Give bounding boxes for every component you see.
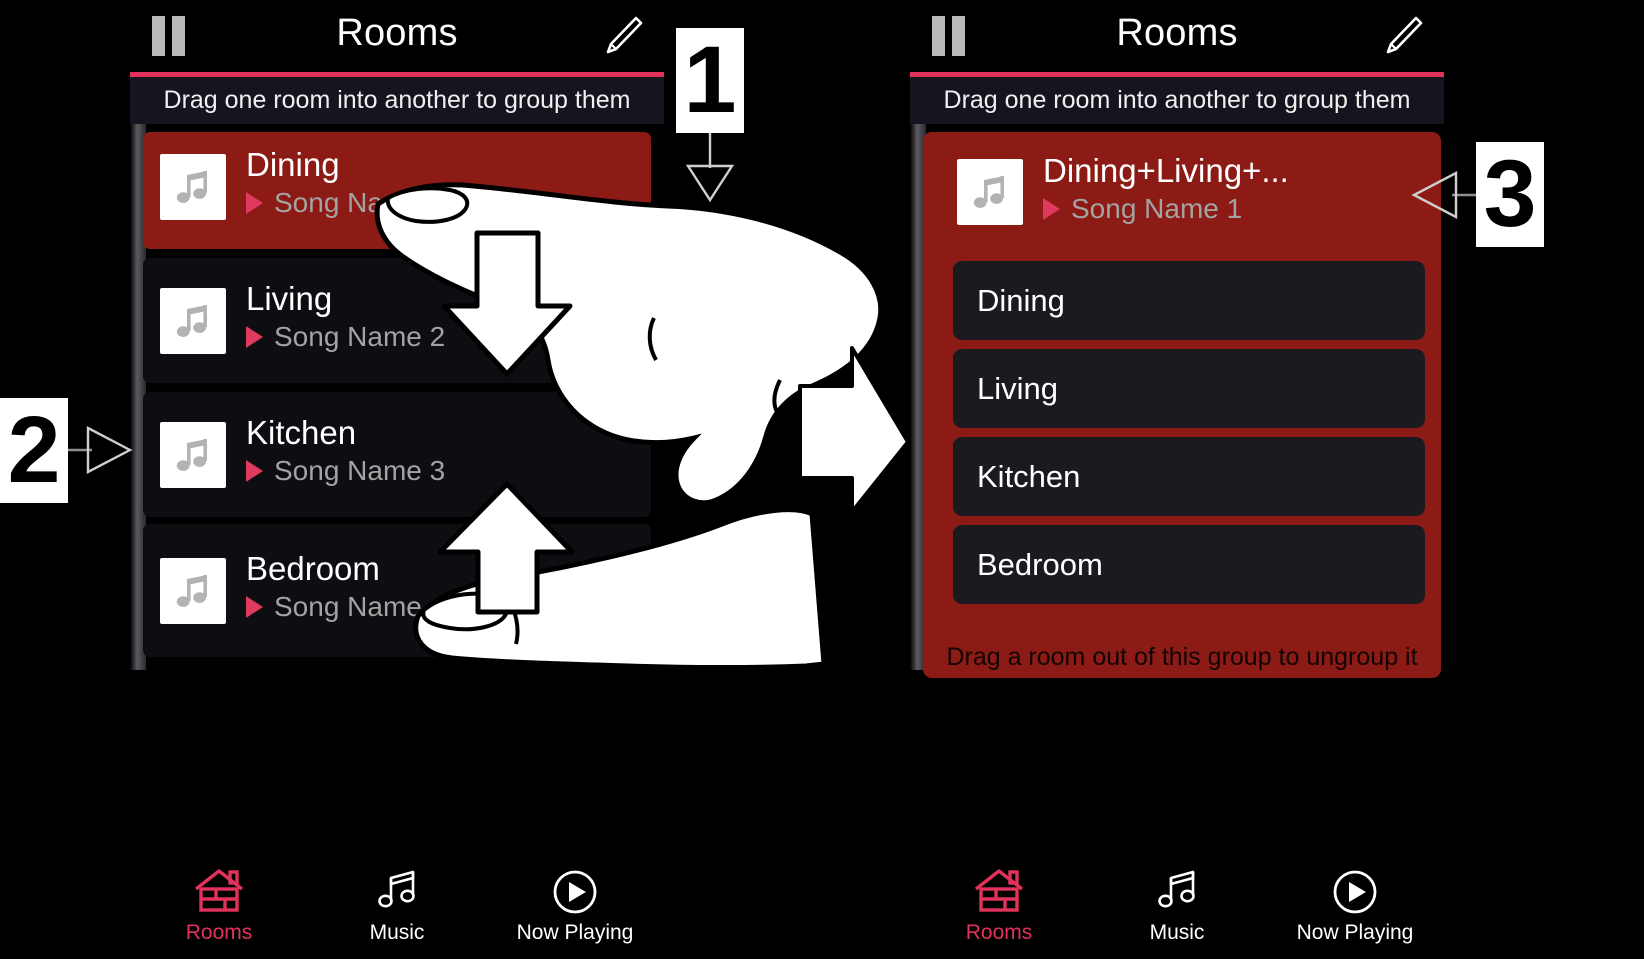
tab-now-playing[interactable]: Now Playing — [486, 849, 664, 959]
tab-label: Rooms — [185, 921, 253, 944]
callout-1-arrow-down-icon — [685, 133, 735, 203]
hint-banner-before: Drag one room into another to group them — [130, 77, 664, 124]
tab-label: Now Playing — [516, 921, 634, 944]
play-circle-icon — [1330, 863, 1380, 915]
tab-music[interactable]: Music — [1088, 849, 1266, 959]
play-triangle-icon — [246, 596, 263, 618]
tab-label: Rooms — [965, 921, 1033, 944]
album-art — [160, 422, 226, 488]
page-title: Rooms — [336, 12, 458, 54]
album-art — [160, 558, 226, 624]
play-triangle-icon — [1043, 198, 1060, 220]
group-member-kitchen[interactable]: Kitchen — [953, 437, 1425, 516]
song-name: Song Name 1 — [1071, 193, 1243, 224]
room-row-dining[interactable]: Dining Song Name 1 — [143, 132, 651, 249]
group-member-dining[interactable]: Dining — [953, 261, 1425, 340]
screen-before: Rooms Drag one room into another to grou… — [130, 0, 664, 959]
tab-rooms[interactable]: Rooms — [910, 849, 1088, 959]
screen-after: Rooms Drag one room into another to grou… — [910, 0, 1444, 959]
pencil-icon[interactable] — [600, 12, 646, 58]
album-art — [160, 288, 226, 354]
room-row-text: Living Song Name 2 — [246, 280, 445, 353]
play-triangle-icon — [246, 192, 263, 214]
song-name: Song Name 2 — [274, 321, 446, 352]
nav-header-before: Rooms — [130, 0, 664, 72]
album-art — [957, 159, 1023, 225]
pencil-icon[interactable] — [1380, 12, 1426, 58]
music-note-icon — [176, 171, 207, 203]
room-name: Bedroom — [246, 550, 380, 587]
tab-bar-before: Rooms Music Now Playing — [130, 849, 664, 959]
rooms-list: Dining Song Name 1 Living Song Name 2 Ki… — [130, 124, 664, 737]
rooms-list-grouped: Dining+Living+... Song Name 1 Dining Liv… — [910, 124, 1444, 737]
music-note-icon — [176, 575, 207, 607]
callout-1: 1 — [676, 27, 744, 133]
tab-music[interactable]: Music — [308, 849, 486, 959]
house-icon — [192, 863, 246, 915]
tab-now-playing[interactable]: Now Playing — [1266, 849, 1444, 959]
hint-banner-after: Drag one room into another to group them — [910, 77, 1444, 124]
room-row-living[interactable]: Living Song Name 2 — [143, 258, 651, 383]
music-note-icon — [372, 863, 422, 915]
tab-bar-after: Rooms Music Now Playing — [910, 849, 1444, 959]
song-name: Song Name 4 — [274, 591, 446, 622]
music-note-icon — [1152, 863, 1202, 915]
room-row-bedroom[interactable]: Bedroom Song Name 4 — [143, 524, 651, 657]
callout-2-arrow-right-icon — [68, 426, 133, 474]
room-row-text: Dining Song Name 1 — [246, 146, 445, 219]
hint-text: Drag one room into another to group them — [943, 86, 1411, 114]
tab-rooms[interactable]: Rooms — [130, 849, 308, 959]
music-note-icon — [973, 176, 1004, 208]
callout-3: 3 — [1476, 141, 1544, 247]
music-note-icon — [176, 439, 207, 471]
music-note-icon — [176, 305, 207, 337]
callout-2: 2 — [0, 397, 68, 503]
room-name: Living — [246, 280, 333, 317]
house-icon — [972, 863, 1026, 915]
tab-label: Music — [369, 921, 425, 944]
group-member-label: Kitchen — [977, 458, 1081, 494]
room-row-kitchen[interactable]: Kitchen Song Name 3 — [143, 392, 651, 517]
group-member-living[interactable]: Living — [953, 349, 1425, 428]
transition-arrow-right-icon — [798, 346, 910, 514]
group-name: Dining+Living+... — [1043, 152, 1289, 189]
room-group-card[interactable]: Dining+Living+... Song Name 1 Dining Liv… — [923, 132, 1441, 678]
room-name: Kitchen — [246, 414, 357, 451]
song-name: Song Name 1 — [274, 187, 446, 218]
group-text: Dining+Living+... Song Name 1 — [1043, 152, 1289, 225]
room-row-text: Kitchen Song Name 3 — [246, 414, 445, 487]
group-footer-text: Drag a room out of this group to ungroup… — [946, 643, 1418, 671]
tab-label: Music — [1149, 921, 1205, 944]
song-name: Song Name 3 — [274, 455, 446, 486]
hint-text: Drag one room into another to group them — [163, 86, 631, 114]
group-member-label: Living — [977, 370, 1058, 406]
group-member-label: Dining — [977, 282, 1065, 318]
room-name: Dining — [246, 146, 340, 183]
group-member-bedroom[interactable]: Bedroom — [953, 525, 1425, 604]
room-row-text: Bedroom Song Name 4 — [246, 550, 445, 623]
nav-header-after: Rooms — [910, 0, 1444, 72]
play-triangle-icon — [246, 460, 263, 482]
play-triangle-icon — [246, 326, 263, 348]
tab-label: Now Playing — [1296, 921, 1414, 944]
album-art — [160, 154, 226, 220]
page-title: Rooms — [1116, 12, 1238, 54]
group-header[interactable]: Dining+Living+... Song Name 1 — [923, 132, 1441, 258]
group-member-label: Bedroom — [977, 546, 1103, 582]
play-circle-icon — [550, 863, 600, 915]
